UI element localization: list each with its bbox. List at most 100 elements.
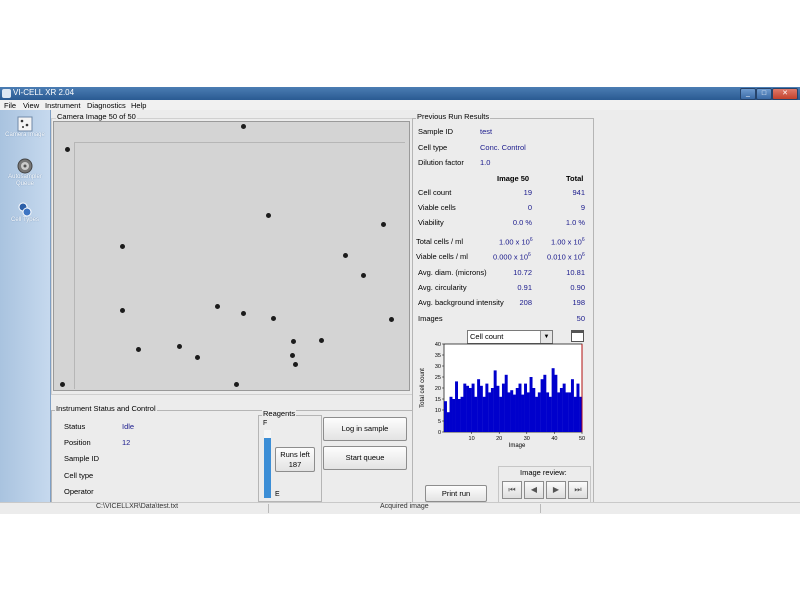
row-label: Total cells / ml bbox=[416, 237, 464, 246]
runs-left-label: Runs left bbox=[280, 450, 310, 459]
camera-image bbox=[53, 121, 410, 391]
bar bbox=[532, 388, 536, 432]
row-total-value: 198 bbox=[572, 298, 585, 307]
cell-dot bbox=[290, 353, 295, 358]
bar bbox=[485, 383, 489, 432]
previous-image-button[interactable]: ◀ bbox=[524, 481, 544, 499]
cell-dot bbox=[177, 344, 182, 349]
x-tick-label: 50 bbox=[579, 436, 585, 442]
bar bbox=[490, 388, 494, 432]
row-image-value: 0.000 x 106 bbox=[493, 252, 531, 262]
bar bbox=[548, 396, 552, 432]
position-value: 12 bbox=[122, 438, 131, 447]
app-window: VI-CELL XR 2.04 _ □ ✕ File View Instrume… bbox=[0, 87, 800, 514]
instrument-status-title: Instrument Status and Control bbox=[55, 404, 157, 413]
bar bbox=[573, 396, 577, 432]
row-image-value: 19 bbox=[523, 188, 532, 197]
runs-left-display: Runs left 187 bbox=[275, 447, 315, 472]
bar bbox=[562, 383, 566, 432]
first-image-button[interactable]: ⏮ bbox=[502, 481, 522, 499]
position-label: Position bbox=[64, 438, 91, 447]
row-label: Viability bbox=[418, 218, 444, 227]
y-axis-label: Total cell count bbox=[420, 368, 426, 408]
cell-dot bbox=[136, 347, 141, 352]
bar bbox=[488, 392, 492, 432]
result-sample-id-value: test bbox=[480, 127, 493, 136]
next-image-button[interactable]: ▶ bbox=[546, 481, 566, 499]
row-total-value: 50 bbox=[576, 314, 585, 323]
cell-dot bbox=[215, 304, 220, 309]
row-total-value: 0.010 x 106 bbox=[547, 252, 585, 262]
y-tick-label: 30 bbox=[435, 364, 441, 370]
bar bbox=[482, 396, 486, 432]
last-image-button[interactable]: ⏭ bbox=[568, 481, 588, 499]
cell-dot bbox=[381, 222, 386, 227]
bar bbox=[570, 379, 574, 432]
dilution-factor-label: Dilution factor bbox=[418, 158, 464, 167]
minimize-button[interactable]: _ bbox=[740, 88, 756, 100]
bar bbox=[471, 383, 475, 432]
y-tick-label: 20 bbox=[435, 386, 441, 392]
bar bbox=[460, 396, 464, 432]
bar bbox=[496, 385, 500, 432]
start-queue-button[interactable]: Start queue bbox=[323, 446, 407, 470]
bar bbox=[524, 383, 527, 432]
previous-run-title: Previous Run Results bbox=[416, 112, 491, 121]
row-image-value: 208 bbox=[519, 298, 532, 307]
menu-help[interactable]: Help bbox=[131, 101, 146, 110]
cell-count-chart: 0 5 10 15 20 25 30 35 40 10 20 30 40 50 Image Total cel… bbox=[420, 342, 585, 449]
cell-dot bbox=[293, 362, 298, 367]
sidebar-item-camera-image[interactable]: Camera Image bbox=[0, 116, 50, 139]
status-value: Idle bbox=[122, 422, 135, 431]
x-tick-label: 30 bbox=[524, 436, 530, 442]
x-tick-label: 20 bbox=[496, 436, 502, 442]
result-cell-type-label: Cell type bbox=[418, 143, 448, 152]
bar bbox=[559, 388, 563, 432]
bar bbox=[501, 383, 505, 432]
bar bbox=[444, 401, 447, 432]
bar bbox=[568, 392, 572, 432]
bar bbox=[510, 390, 514, 432]
carousel-icon bbox=[17, 158, 33, 174]
close-button[interactable]: ✕ bbox=[772, 88, 798, 100]
result-cell-type-value: Conc. Control bbox=[480, 143, 526, 152]
bar bbox=[543, 374, 547, 432]
bar bbox=[513, 394, 516, 432]
runs-left-value: 187 bbox=[288, 460, 302, 469]
maximize-button[interactable]: □ bbox=[756, 88, 772, 100]
menu-diagnostics[interactable]: Diagnostics bbox=[87, 101, 126, 110]
bar bbox=[463, 383, 467, 432]
row-total-value: 941 bbox=[572, 188, 585, 197]
camera-title: Camera Image 50 of 50 bbox=[56, 112, 137, 121]
bar bbox=[468, 388, 472, 432]
bar bbox=[535, 396, 539, 432]
column-image-header: Image 50 bbox=[497, 174, 530, 183]
bar bbox=[449, 396, 453, 432]
bar bbox=[515, 388, 519, 432]
cell-dot bbox=[234, 382, 239, 387]
y-tick-label: 10 bbox=[435, 408, 441, 414]
menu-instrument[interactable]: Instrument bbox=[45, 101, 80, 110]
sidebar: Camera Image Autosampler Queue Cell Type… bbox=[0, 110, 51, 513]
row-label: Cell count bbox=[418, 188, 452, 197]
menu-view[interactable]: View bbox=[23, 101, 39, 110]
result-sample-id-label: Sample ID bbox=[418, 127, 454, 136]
bar bbox=[557, 392, 561, 432]
status-message: Acquired image bbox=[380, 503, 429, 510]
reagent-level-bar bbox=[264, 430, 271, 498]
sidebar-item-cell-types[interactable]: Cell Types bbox=[0, 201, 50, 224]
x-tick-label: 40 bbox=[551, 436, 557, 442]
print-run-button[interactable]: Print run bbox=[425, 485, 487, 502]
menu-file[interactable]: File bbox=[4, 101, 16, 110]
bar bbox=[540, 379, 544, 432]
log-in-sample-button[interactable]: Log in sample bbox=[323, 417, 407, 441]
row-total-value: 1.0 % bbox=[565, 218, 585, 227]
row-total-value: 0.90 bbox=[570, 283, 585, 292]
row-image-value: 10.72 bbox=[513, 268, 532, 277]
image-review-nav: ⏮ ◀ ▶ ⏭ bbox=[502, 481, 588, 499]
y-tick-label: 5 bbox=[438, 419, 441, 425]
cell-dot bbox=[60, 382, 65, 387]
status-label: Status bbox=[64, 422, 86, 431]
sidebar-item-autosampler-queue[interactable]: Autosampler Queue bbox=[0, 158, 50, 188]
window-title: VI-CELL XR 2.04 bbox=[13, 88, 75, 97]
